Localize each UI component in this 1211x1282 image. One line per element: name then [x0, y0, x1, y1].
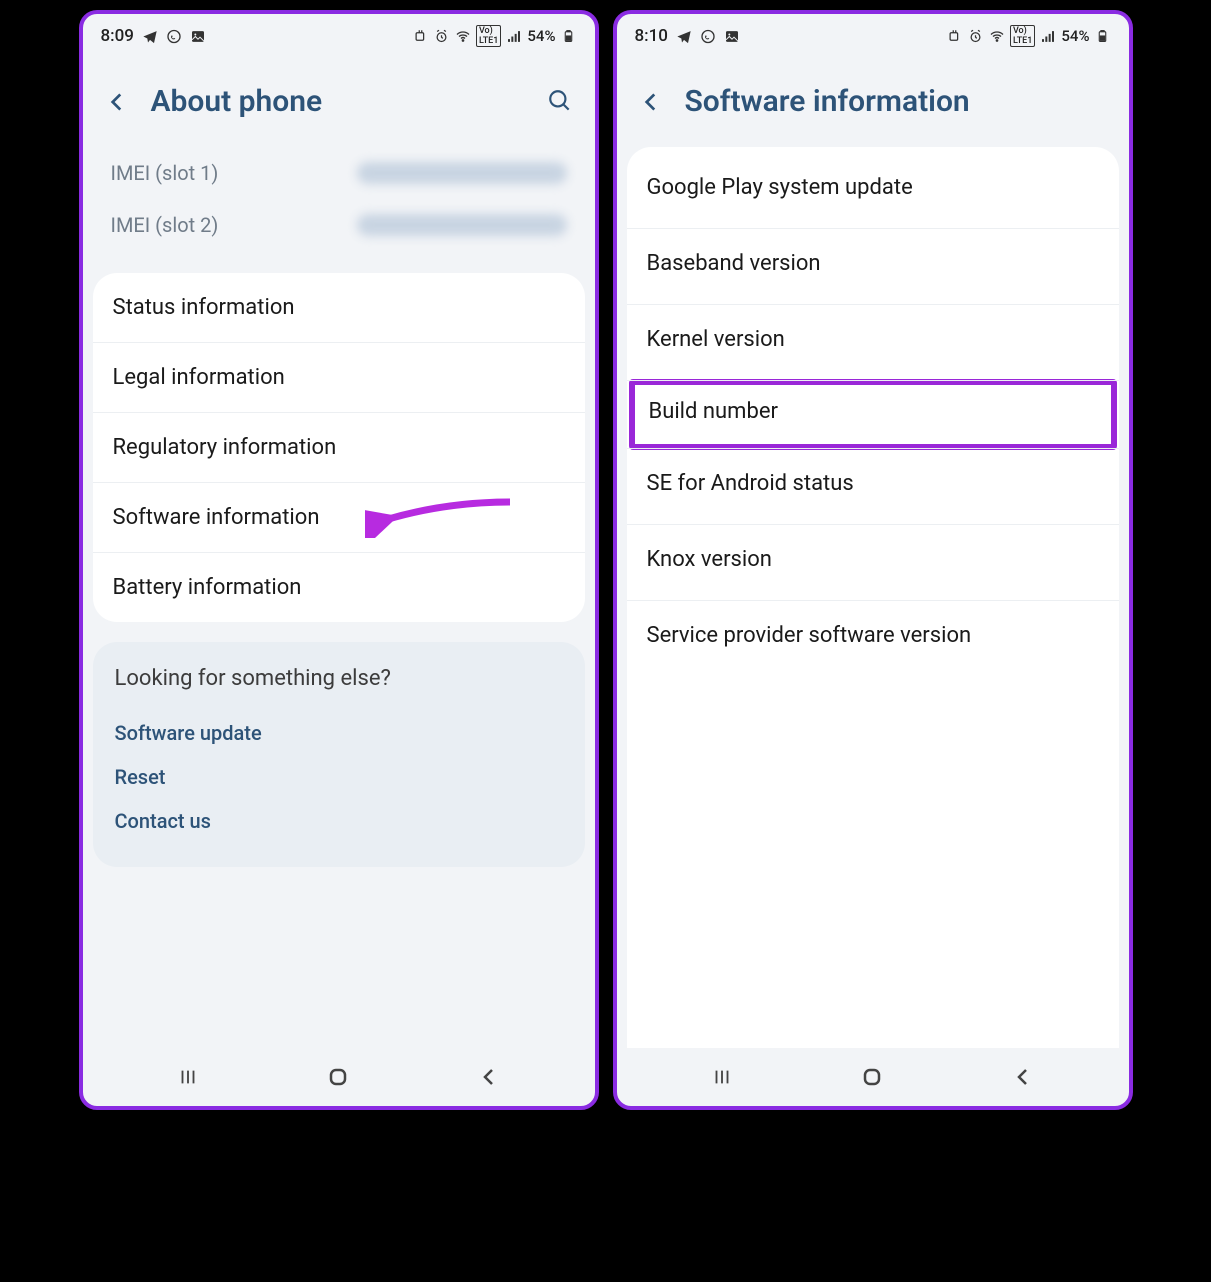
link-contact-us[interactable]: Contact us — [115, 799, 563, 843]
info-card: Status information Legal information Reg… — [93, 273, 585, 622]
battery-information-row[interactable]: Battery information — [93, 553, 585, 622]
build-number-row[interactable]: Build number — [649, 399, 1097, 424]
row-label: Battery information — [113, 575, 302, 600]
wifi-icon — [989, 28, 1005, 44]
back-nav-button[interactable] — [1008, 1062, 1038, 1092]
status-information-row[interactable]: Status information — [93, 273, 585, 343]
row-label: Build number — [649, 399, 778, 424]
battery-icon — [561, 28, 577, 44]
telegram-icon — [142, 28, 158, 44]
page-title: Software information — [685, 84, 1109, 119]
imei-section: IMEI (slot 1) IMEI (slot 2) — [83, 147, 595, 273]
imei-slot1-label: IMEI (slot 1) — [111, 161, 219, 185]
alarm-icon — [968, 28, 984, 44]
whatsapp-icon — [166, 28, 182, 44]
kernel-version-row[interactable]: Kernel version — [627, 305, 1119, 381]
knox-version-row[interactable]: Knox version — [627, 525, 1119, 601]
header: About phone — [83, 58, 595, 147]
volte-icon: Vo)LTE1 — [1010, 25, 1035, 47]
wifi-icon — [455, 28, 471, 44]
legal-information-row[interactable]: Legal information — [93, 343, 585, 413]
battery-icon — [1095, 28, 1111, 44]
row-label: Google Play system update — [647, 175, 913, 200]
clock: 8:09 — [101, 26, 134, 46]
volte-icon: Vo)LTE1 — [476, 25, 501, 47]
imei-slot1-row[interactable]: IMEI (slot 1) — [111, 147, 567, 199]
regulatory-information-row[interactable]: Regulatory information — [93, 413, 585, 483]
imei-slot2-row[interactable]: IMEI (slot 2) — [111, 199, 567, 251]
recents-button[interactable] — [173, 1062, 203, 1092]
whatsapp-icon — [700, 28, 716, 44]
back-button[interactable] — [103, 88, 131, 116]
software-information-row[interactable]: Software information — [93, 483, 585, 553]
header: Software information — [617, 58, 1129, 147]
status-bar: 8:09 Vo)LTE1 54% — [83, 14, 595, 58]
suggestions-heading: Looking for something else? — [115, 666, 563, 691]
software-info-card: Google Play system update Baseband versi… — [627, 147, 1119, 1048]
imei-slot2-label: IMEI (slot 2) — [111, 213, 219, 237]
suggestions-card: Looking for something else? Software upd… — [93, 642, 585, 867]
signal-icon — [1040, 28, 1056, 44]
row-label: Baseband version — [647, 251, 821, 276]
row-label: Legal information — [113, 365, 285, 390]
imei-slot1-value-blurred — [357, 162, 567, 184]
back-nav-button[interactable] — [474, 1062, 504, 1092]
battery-percent: 54% — [1061, 27, 1089, 45]
clock: 8:10 — [635, 26, 668, 46]
battery-icon-small — [413, 28, 429, 44]
phone-left: 8:09 Vo)LTE1 54% About phone — [79, 10, 599, 1110]
row-label: Knox version — [647, 547, 772, 572]
service-provider-version-row[interactable]: Service provider software version — [627, 601, 1119, 670]
alarm-icon — [434, 28, 450, 44]
recents-button[interactable] — [707, 1062, 737, 1092]
nav-bar — [617, 1048, 1129, 1106]
se-android-status-row[interactable]: SE for Android status — [627, 448, 1119, 525]
link-software-update[interactable]: Software update — [115, 711, 563, 755]
telegram-icon — [676, 28, 692, 44]
row-label: Software information — [113, 505, 320, 530]
baseband-version-row[interactable]: Baseband version — [627, 229, 1119, 305]
gallery-icon — [724, 28, 740, 44]
nav-bar — [83, 1048, 595, 1106]
row-label: SE for Android status — [647, 471, 854, 496]
row-label: Service provider software version — [647, 623, 972, 648]
home-button[interactable] — [323, 1062, 353, 1092]
phone-right: 8:10 Vo)LTE1 54% Software information — [613, 10, 1133, 1110]
search-button[interactable] — [547, 88, 575, 116]
link-reset[interactable]: Reset — [115, 755, 563, 799]
row-label: Kernel version — [647, 327, 785, 352]
page-title: About phone — [151, 84, 527, 119]
row-label: Regulatory information — [113, 435, 337, 460]
row-label: Status information — [113, 295, 295, 320]
back-button[interactable] — [637, 88, 665, 116]
google-play-update-row[interactable]: Google Play system update — [627, 153, 1119, 229]
battery-icon-small — [947, 28, 963, 44]
status-bar: 8:10 Vo)LTE1 54% — [617, 14, 1129, 58]
annotation-arrow — [365, 492, 515, 544]
home-button[interactable] — [857, 1062, 887, 1092]
signal-icon — [506, 28, 522, 44]
gallery-icon — [190, 28, 206, 44]
imei-slot2-value-blurred — [357, 214, 567, 236]
build-number-highlight: Build number — [629, 379, 1117, 450]
battery-percent: 54% — [527, 27, 555, 45]
